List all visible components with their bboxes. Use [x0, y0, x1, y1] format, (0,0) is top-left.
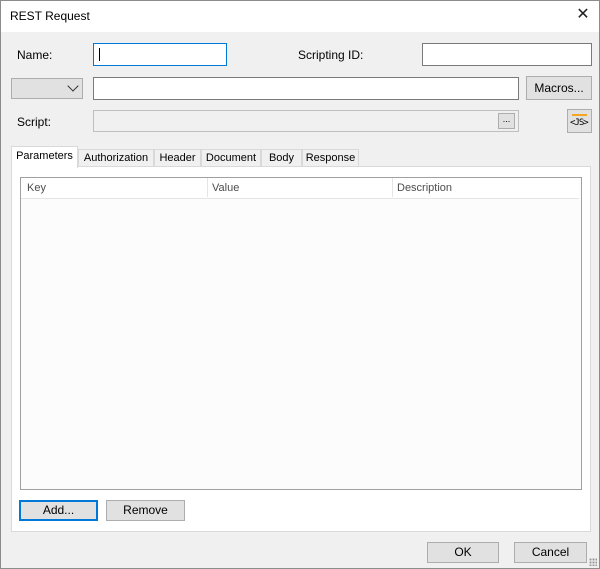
tab-document[interactable]: Document	[201, 149, 261, 167]
javascript-icon[interactable]: <JS>	[567, 109, 592, 133]
resize-grip-icon[interactable]	[589, 558, 597, 566]
tab-response[interactable]: Response	[302, 149, 359, 167]
column-header-value[interactable]: Value	[212, 182, 239, 194]
script-label: Script:	[17, 115, 52, 129]
ok-button[interactable]: OK	[427, 542, 499, 563]
macros-button[interactable]: Macros...	[526, 76, 592, 100]
js-icon-text: <JS>	[570, 118, 589, 128]
column-header-key[interactable]: Key	[27, 182, 46, 194]
add-button[interactable]: Add...	[19, 500, 98, 521]
window-title: REST Request	[10, 9, 90, 23]
tab-header[interactable]: Header	[154, 149, 201, 167]
column-divider[interactable]	[392, 178, 393, 197]
column-header-description[interactable]: Description	[397, 182, 452, 194]
rest-request-dialog: REST Request ✕ Name: Scripting ID: Macro…	[0, 0, 600, 569]
close-icon[interactable]: ✕	[573, 5, 593, 25]
scripting-id-label: Scripting ID:	[298, 48, 364, 62]
remove-button[interactable]: Remove	[106, 500, 185, 521]
url-input[interactable]	[93, 77, 519, 100]
script-browse-button[interactable]: ...	[498, 113, 515, 129]
title-bar: REST Request ✕	[1, 1, 599, 32]
tab-body[interactable]: Body	[261, 149, 302, 167]
method-dropdown[interactable]	[11, 78, 83, 99]
parameters-grid[interactable]: Key Value Description	[20, 177, 582, 490]
parameters-panel: Key Value Description Add... Remove	[11, 166, 591, 532]
name-input[interactable]	[93, 43, 227, 66]
chevron-down-icon	[67, 80, 79, 92]
name-label: Name:	[17, 48, 53, 62]
scripting-id-input[interactable]	[422, 43, 592, 66]
js-icon-bar	[572, 114, 587, 116]
tab-parameters[interactable]: Parameters	[11, 146, 78, 168]
cancel-button[interactable]: Cancel	[514, 542, 587, 563]
text-caret	[99, 48, 100, 61]
grid-header: Key Value Description	[21, 178, 579, 199]
script-field[interactable]: ...	[93, 110, 519, 132]
column-divider[interactable]	[207, 178, 208, 197]
tab-authorization[interactable]: Authorization	[78, 149, 154, 167]
